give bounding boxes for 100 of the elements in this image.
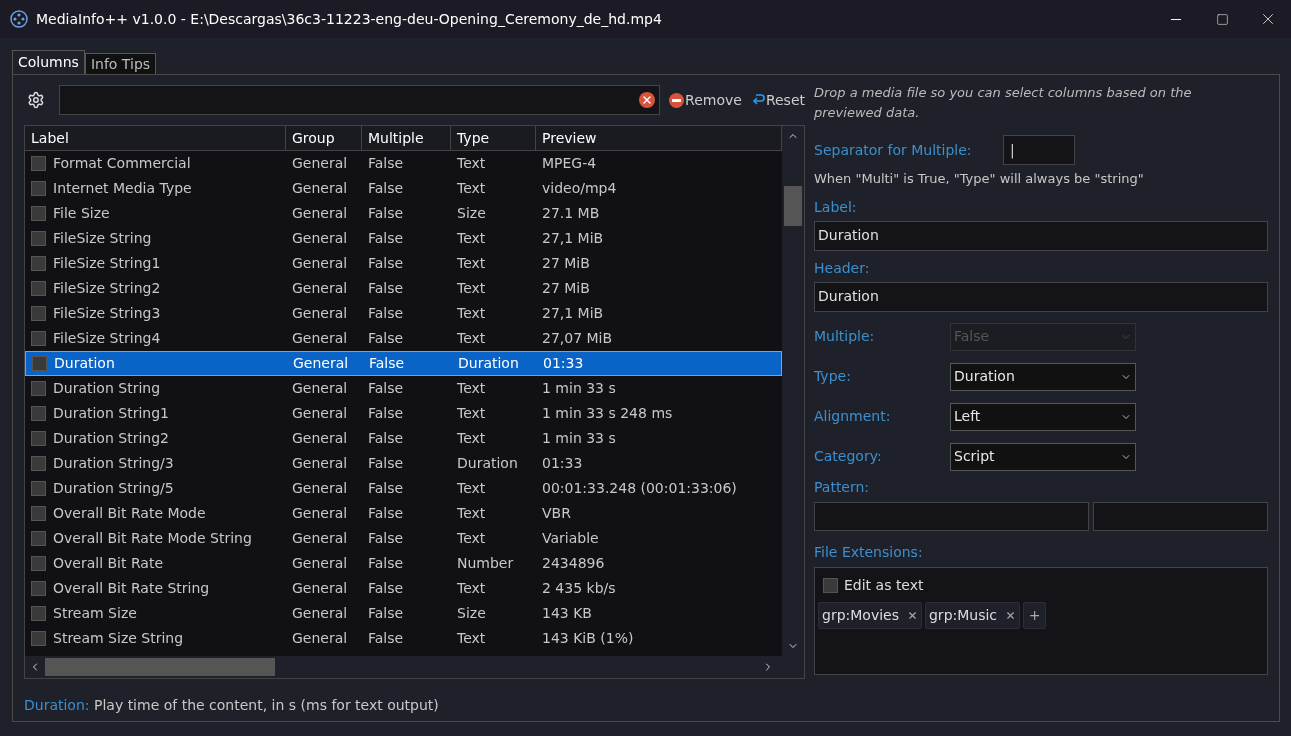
table-row[interactable]: Duration String/5 General False Text 00:01:33.248 (00:01:33:06) bbox=[25, 476, 782, 501]
add-tag-button[interactable]: + bbox=[1023, 601, 1047, 629]
table-cell-text: FileSize String4 bbox=[53, 329, 161, 348]
table-cell-text: 27 MiB bbox=[542, 254, 590, 273]
dropdown[interactable]: Duration bbox=[950, 362, 1136, 391]
clear-icon[interactable] bbox=[639, 92, 656, 108]
tab[interactable]: Info Tips bbox=[84, 53, 157, 74]
separator-field[interactable]: | bbox=[1003, 135, 1075, 165]
checkbox[interactable] bbox=[31, 181, 46, 196]
table-cell-text: General bbox=[292, 504, 348, 523]
checkbox[interactable] bbox=[31, 406, 46, 421]
checkbox[interactable] bbox=[31, 306, 46, 321]
tab[interactable]: Columns bbox=[12, 50, 85, 74]
table-row[interactable]: Overall Bit Rate Mode String General False Text Variable bbox=[25, 526, 782, 551]
table-cell-text: False bbox=[368, 554, 404, 573]
maximize-icon bbox=[1215, 12, 1229, 26]
table-row[interactable]: FileSize String1 General False Text 27 MiB bbox=[25, 251, 782, 276]
table-row[interactable]: Duration String1 General False Text 1 min 33 s 248 ms bbox=[25, 401, 782, 426]
checkbox[interactable] bbox=[31, 631, 46, 646]
field-label: Multiple: bbox=[814, 327, 876, 346]
table-cell-text: VBR bbox=[542, 504, 571, 523]
table-row[interactable]: Stream Size String General False Text 143 KiB (1%) bbox=[25, 626, 782, 651]
table-cell-text: General bbox=[292, 254, 348, 273]
table-row[interactable]: Stream Size General False Size 143 KB bbox=[25, 601, 782, 626]
checkbox[interactable] bbox=[31, 156, 46, 171]
checkbox[interactable] bbox=[823, 577, 838, 593]
table-cell-text: Text bbox=[457, 279, 486, 298]
checkbox[interactable] bbox=[31, 381, 46, 396]
checkbox[interactable] bbox=[31, 506, 46, 521]
column-header[interactable]: Type bbox=[451, 126, 536, 150]
checkbox[interactable] bbox=[31, 256, 46, 271]
table-row[interactable]: Internet Media Type General False Text video/mp4 bbox=[25, 176, 782, 201]
header-field[interactable]: Duration bbox=[814, 281, 1268, 312]
column-header[interactable]: Group bbox=[286, 126, 362, 150]
table-row[interactable]: Overall Bit Rate String General False Text 2 435 kb/s bbox=[25, 576, 782, 601]
label-field[interactable]: Duration bbox=[814, 220, 1268, 251]
horizontal-scrollbar[interactable] bbox=[25, 656, 804, 678]
undo-arrow-icon bbox=[751, 93, 765, 107]
search-field[interactable] bbox=[58, 85, 661, 115]
table-row[interactable]: Duration String2 General False Text 1 min 33 s bbox=[25, 426, 782, 451]
checkbox[interactable] bbox=[31, 531, 46, 546]
checkbox[interactable] bbox=[32, 356, 47, 371]
settings-icon[interactable] bbox=[27, 91, 45, 109]
checkbox[interactable] bbox=[31, 431, 46, 446]
table-row[interactable]: FileSize String General False Text 27,1 MiB bbox=[25, 226, 782, 251]
checkbox[interactable] bbox=[31, 606, 46, 621]
table-cell-text: Text bbox=[457, 329, 486, 348]
table-cell-text: General bbox=[292, 154, 348, 173]
table-cell-text: False bbox=[368, 429, 404, 448]
table-cell-text: 00:01:33.248 (00:01:33:06) bbox=[542, 479, 737, 498]
table-cell-text: Text bbox=[457, 179, 486, 198]
field-label: Pattern: bbox=[814, 477, 871, 497]
table-cell-text: General bbox=[292, 179, 348, 198]
table-cell-text: General bbox=[292, 629, 348, 648]
table-cell-text: Text bbox=[457, 504, 486, 523]
table-cell-text: General bbox=[292, 329, 348, 348]
table-cell-text: General bbox=[292, 454, 348, 473]
table-row[interactable]: Duration General False Duration 01:33 bbox=[25, 351, 782, 376]
checkbox[interactable] bbox=[31, 281, 46, 296]
column-header[interactable]: Label bbox=[25, 126, 286, 150]
table-row[interactable]: FileSize String4 General False Text 27,07 MiB bbox=[25, 326, 782, 351]
table-cell-text: 27 MiB bbox=[542, 279, 590, 298]
table-cell-text: False bbox=[368, 154, 404, 173]
table-cell-text: 143 KB bbox=[542, 604, 592, 623]
checkbox[interactable] bbox=[31, 331, 46, 346]
pattern-field[interactable] bbox=[814, 501, 1089, 531]
remove-button[interactable]: Remove bbox=[669, 89, 742, 111]
checkbox[interactable] bbox=[31, 456, 46, 471]
checkbox[interactable] bbox=[31, 481, 46, 496]
table-cell-text: Text bbox=[457, 229, 486, 248]
vertical-scrollbar[interactable] bbox=[782, 126, 804, 656]
table-cell-text: Size bbox=[457, 604, 486, 623]
remove-tag-icon[interactable] bbox=[907, 609, 918, 621]
table-cell-text: False bbox=[368, 454, 404, 473]
pattern-field[interactable] bbox=[1093, 501, 1268, 531]
table-cell-text: 27.1 MB bbox=[542, 204, 600, 223]
column-header[interactable]: Multiple bbox=[362, 126, 451, 150]
remove-tag-icon[interactable] bbox=[1005, 609, 1017, 621]
table-cell-text: Text bbox=[457, 404, 486, 423]
reset-button[interactable]: Reset bbox=[751, 89, 805, 111]
table-cell-text: Overall Bit Rate Mode String bbox=[53, 529, 252, 548]
table-row[interactable]: Duration String/3 General False Duration 01:33 bbox=[25, 451, 782, 476]
scroll-thumb[interactable] bbox=[784, 186, 802, 226]
dropdown[interactable]: Script bbox=[950, 442, 1136, 471]
table-row[interactable]: FileSize String2 General False Text 27 MiB bbox=[25, 276, 782, 301]
checkbox[interactable] bbox=[31, 206, 46, 221]
table-cell-text: 1 min 33 s bbox=[542, 379, 616, 398]
checkbox[interactable] bbox=[31, 231, 46, 246]
table-row[interactable]: Overall Bit Rate General False Number 2434896 bbox=[25, 551, 782, 576]
checkbox[interactable] bbox=[31, 556, 46, 571]
table-row[interactable]: FileSize String3 General False Text 27,1 MiB bbox=[25, 301, 782, 326]
dropdown[interactable]: Left bbox=[950, 402, 1136, 431]
table-cell-text: 2434896 bbox=[542, 554, 605, 573]
scroll-thumb[interactable] bbox=[45, 658, 275, 676]
checkbox[interactable] bbox=[31, 581, 46, 596]
table-row[interactable]: Format Commercial General False Text MPEG-4 bbox=[25, 151, 782, 176]
table-cell-text: Duration String/3 bbox=[53, 454, 174, 473]
table-row[interactable]: Duration String General False Text 1 min 33 s bbox=[25, 376, 782, 401]
table-row[interactable]: Overall Bit Rate Mode General False Text VBR bbox=[25, 501, 782, 526]
table-row[interactable]: File Size General False Size 27.1 MB bbox=[25, 201, 782, 226]
